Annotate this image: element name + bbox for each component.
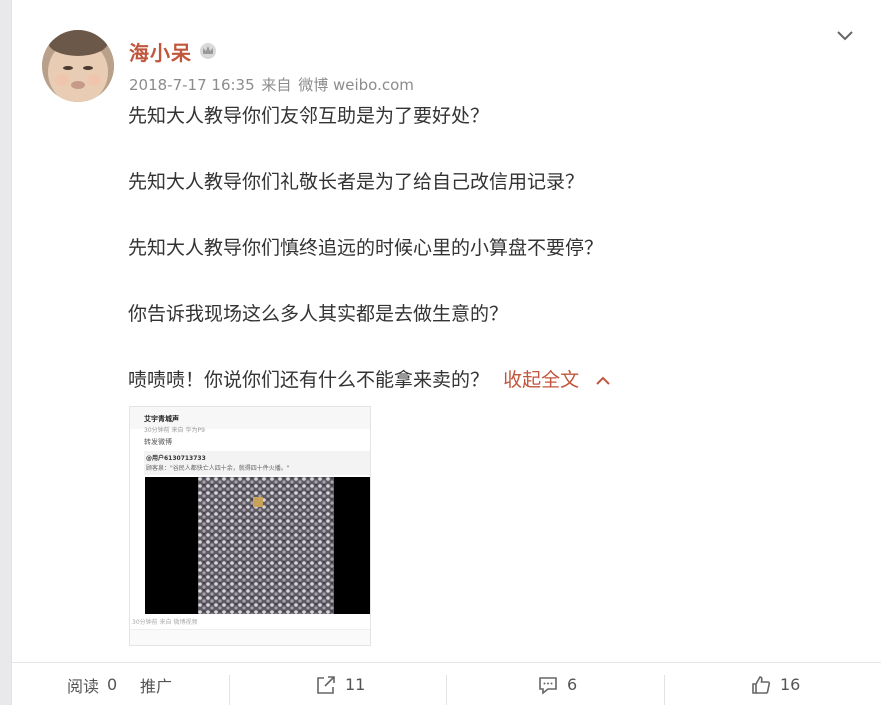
post-paragraph: 先知大人教导你们慎终追远的时候心里的小算盘不要停？	[128, 237, 604, 259]
repost-button[interactable]: 11	[315, 663, 365, 705]
crowd-image	[198, 477, 334, 614]
post-action-bar: 阅读 0 推广 11 6 16	[12, 662, 881, 705]
divider	[664, 675, 665, 705]
thumb-action-bar	[130, 629, 370, 645]
chevron-up-icon[interactable]	[595, 375, 611, 387]
repost-count: 11	[345, 675, 366, 694]
post-content: 先知大人教导你们友邻互助是为了要好处？ 先知大人教导你们礼敬长者是为了给自己改信…	[128, 104, 848, 434]
thumb-quoted-text: 顾客泉："谷民人都快亡人四十余，就得四十件火播。"	[146, 465, 290, 472]
read-label: 阅读	[67, 676, 100, 696]
thumbs-up-icon	[752, 675, 771, 694]
divider	[229, 675, 230, 705]
crown-icon	[200, 43, 216, 59]
post-paragraph: 你告诉我现场这么多人其实都是去做生意的？	[128, 303, 509, 325]
thumb-header-meta: 30分钟前 来自 华为P9	[144, 427, 205, 434]
thumb-video-frame	[145, 477, 370, 614]
weibo-post-card: 海小呆 2018-7-17 16:35 来自 微博 weibo.com 先知大人…	[11, 0, 881, 705]
avatar[interactable]	[42, 30, 114, 102]
post-paragraph: 先知大人教导你们礼敬长者是为了给自己改信用记录？	[128, 171, 585, 193]
read-count: 阅读 0	[67, 663, 117, 705]
comment-button[interactable]: 6	[537, 663, 577, 705]
post-paragraph: 先知大人教导你们友邻互助是为了要好处？	[128, 105, 490, 127]
thumb-forward-label: 转发微博	[144, 438, 172, 446]
comment-icon	[539, 676, 557, 695]
post-source-link[interactable]: 微博 weibo.com	[298, 76, 414, 94]
share-icon	[317, 675, 335, 694]
read-count-value: 0	[107, 675, 118, 694]
thumb-footer-meta: 30分钟前 来自 微博视频	[132, 619, 198, 626]
source-prefix: 来自	[261, 76, 292, 94]
like-button[interactable]: 16	[750, 663, 800, 705]
comment-count: 6	[567, 675, 578, 694]
post-image-thumbnail[interactable]: 艾宇青城声 30分钟前 来自 华为P9 转发微博 @用户6130713733 顾…	[129, 406, 371, 646]
promote-button[interactable]: 推广	[140, 663, 172, 705]
collapse-full-text-link[interactable]: 收起全文	[503, 369, 579, 391]
post-date-link[interactable]: 2018-7-17 16:35	[129, 76, 255, 94]
post-last-line: 啧啧啧！你说你们还有什么不能拿来卖的？ 收起全文	[128, 368, 848, 392]
username-link[interactable]: 海小呆	[129, 37, 192, 66]
thumb-header-name: 艾宇青城声	[144, 415, 179, 423]
post-paragraph: 啧啧啧！你说你们还有什么不能拿来卖的？	[128, 369, 490, 391]
post-meta: 2018-7-17 16:35 来自 微博 weibo.com	[129, 74, 416, 95]
thumb-quoted-user: @用户6130713733	[146, 455, 206, 462]
chevron-down-icon[interactable]	[835, 28, 855, 44]
like-count: 16	[780, 675, 801, 694]
divider	[446, 675, 447, 705]
